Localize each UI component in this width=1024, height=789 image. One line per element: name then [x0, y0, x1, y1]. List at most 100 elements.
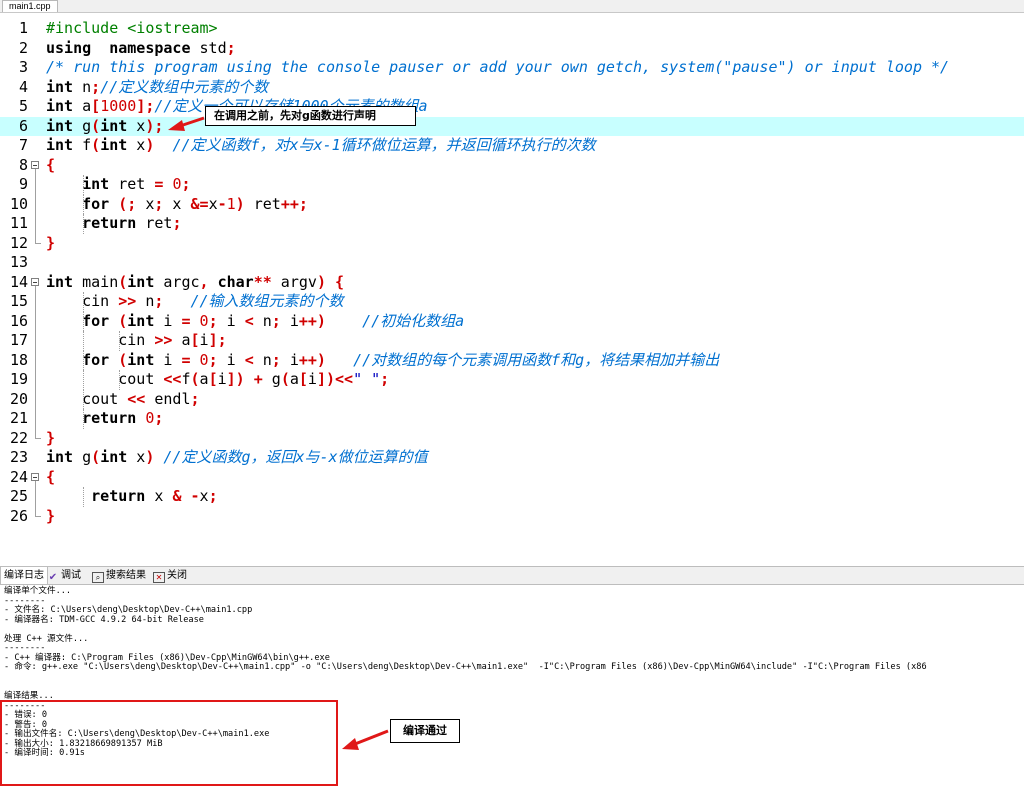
- code-text: for (; x; x &=x-1) ret++;: [82, 194, 308, 213]
- fold-toggle-icon[interactable]: [31, 472, 39, 481]
- code-text: {: [46, 467, 56, 486]
- code-editor[interactable]: 1 #include <iostream> 2 using namespace std…: [0, 13, 1024, 565]
- indent-guide: [83, 214, 84, 234]
- fold-guide: [35, 285, 36, 438]
- line-number: 22: [9, 428, 28, 447]
- line-number: 5: [18, 97, 28, 115]
- debug-check-icon: ✔: [48, 572, 58, 583]
- code-line[interactable]: 11 return ret;: [0, 214, 1024, 234]
- line-number: 4: [18, 77, 28, 96]
- log-line: - 编译器名: TDM-GCC 4.9.2 64-bit Release: [4, 614, 204, 625]
- code-line[interactable]: 13: [0, 253, 1024, 273]
- code-text: return x & -x;: [91, 487, 218, 505]
- code-line[interactable]: 20 cout << endl;: [0, 390, 1024, 410]
- code-text: }: [46, 428, 56, 447]
- code-text: }: [46, 233, 56, 252]
- code-line[interactable]: 8{: [0, 156, 1024, 176]
- line-number: 17: [9, 331, 28, 349]
- code-text: /* run this program using the console pa…: [46, 58, 950, 76]
- indent-guide: [83, 350, 84, 370]
- close-icon: ✕: [153, 572, 165, 583]
- line-number: 8: [18, 155, 28, 174]
- line-number: 26: [9, 506, 28, 525]
- code-text: int g(int x);: [46, 116, 164, 135]
- code-line[interactable]: 15 cin >> n; //输入数组元素的个数: [0, 292, 1024, 312]
- line-number: 14: [9, 272, 28, 291]
- indent-guide: [119, 331, 120, 351]
- file-tab-main1[interactable]: main1.cpp: [2, 0, 58, 12]
- code-text: cout << endl;: [46, 389, 200, 408]
- line-number: 7: [18, 136, 28, 154]
- line-number: 6: [18, 116, 28, 135]
- tab-debug[interactable]: ✔ 调试: [47, 567, 81, 584]
- indent-guide: [83, 331, 84, 351]
- line-number: 16: [9, 311, 28, 330]
- code-line[interactable]: 18 for (int i = 0; i < n; i++) //对数组的每个元…: [0, 351, 1024, 371]
- code-line[interactable]: 19 cout <<f(a[i]) + g(a[i])<<" ";: [0, 370, 1024, 390]
- code-line[interactable]: 16 for (int i = 0; i < n; i++) //初始化数组a: [0, 312, 1024, 332]
- tab-debug-label: 调试: [61, 570, 81, 581]
- fold-toggle-icon[interactable]: [31, 160, 39, 169]
- line-number: 15: [9, 292, 28, 310]
- search-results-icon: ⌕: [92, 572, 104, 583]
- fold-end: [35, 515, 41, 517]
- code-line[interactable]: 12}: [0, 234, 1024, 254]
- line-number: 1: [18, 19, 28, 37]
- tab-search-results[interactable]: ⌕ 搜索结果: [92, 567, 146, 584]
- fold-toggle-icon[interactable]: [31, 277, 39, 286]
- line-number: 10: [9, 194, 28, 213]
- line-number: 13: [9, 253, 28, 271]
- line-number: 12: [9, 233, 28, 252]
- code-text: using namespace std;: [46, 38, 236, 57]
- line-number: 2: [18, 38, 28, 57]
- code-text: }: [46, 506, 56, 525]
- code-line[interactable]: 14 int main(int argc, char** argv) {: [0, 273, 1024, 293]
- fold-end: [35, 242, 41, 244]
- indent-guide: [83, 194, 84, 214]
- code-text: int n;//定义数组中元素的个数: [46, 77, 269, 96]
- code-line[interactable]: 17 cin >> a[i];: [0, 331, 1024, 351]
- code-text: int ret = 0;: [82, 175, 191, 193]
- line-number: 3: [18, 58, 28, 76]
- compile-result-highlight: [0, 700, 338, 786]
- code-line[interactable]: 3 /* run this program using the console p…: [0, 58, 1024, 78]
- indent-guide: [119, 370, 120, 390]
- indent-guide: [83, 409, 84, 429]
- code-line[interactable]: 7 int f(int x) //定义函数f，对x与x-1循环做位运算，并返回循环…: [0, 136, 1024, 156]
- compile-success-callout: 编译通过: [390, 719, 460, 743]
- code-line[interactable]: 5int a[1000];//定义一个可以存储1000个元素的数组a: [0, 97, 1024, 117]
- code-line[interactable]: 21 return 0;: [0, 409, 1024, 429]
- code-text: cout <<f(a[i]) + g(a[i])<<" ";: [46, 370, 390, 388]
- code-line[interactable]: 1 #include <iostream>: [0, 19, 1024, 39]
- fold-guide: [35, 480, 36, 516]
- editor-tab-bar: main1.cpp: [0, 0, 1024, 13]
- code-line[interactable]: 24 {: [0, 468, 1024, 488]
- code-text: for (int i = 0; i < n; i++) //对数组的每个元素调用…: [82, 350, 720, 369]
- declaration-callout: 在调用之前，先对g函数进行声明: [205, 106, 416, 126]
- log-line: - 命令: g++.exe "C:\Users\deng\Desktop\Dev…: [4, 662, 927, 673]
- line-number: 9: [18, 175, 28, 193]
- code-line[interactable]: 6 int g(int x);: [0, 116, 1024, 136]
- tab-search-results-label: 搜索结果: [106, 570, 146, 581]
- code-line[interactable]: 25 return x & -x;: [0, 487, 1024, 507]
- code-line[interactable]: 4 int n;//定义数组中元素的个数: [0, 78, 1024, 98]
- tab-compile-log[interactable]: 编译日志: [0, 567, 48, 584]
- line-number: 18: [9, 350, 28, 369]
- indent-guide: [83, 175, 84, 195]
- code-line[interactable]: 10 for (; x; x &=x-1) ret++;: [0, 195, 1024, 215]
- code-line[interactable]: 26}: [0, 507, 1024, 527]
- bottom-panel-tabs: 编译日志 ✔ 调试 ⌕ 搜索结果 ✕ 关闭: [0, 566, 1024, 585]
- code-text: #include <iostream>: [46, 19, 218, 37]
- indent-guide: [83, 389, 84, 409]
- indent-guide: [83, 292, 84, 312]
- code-line[interactable]: 2 using namespace std;: [0, 39, 1024, 59]
- code-line[interactable]: 22}: [0, 429, 1024, 449]
- fold-end: [35, 437, 41, 439]
- indent-guide: [83, 370, 84, 390]
- code-line[interactable]: 23 int g(int x) //定义函数g，返回x与-x做位运算的值: [0, 448, 1024, 468]
- code-line[interactable]: 9 int ret = 0;: [0, 175, 1024, 195]
- code-text: for (int i = 0; i < n; i++) //初始化数组a: [82, 311, 465, 330]
- fold-guide: [35, 168, 36, 243]
- code-text: return 0;: [82, 409, 164, 427]
- tab-close[interactable]: ✕ 关闭: [153, 567, 187, 584]
